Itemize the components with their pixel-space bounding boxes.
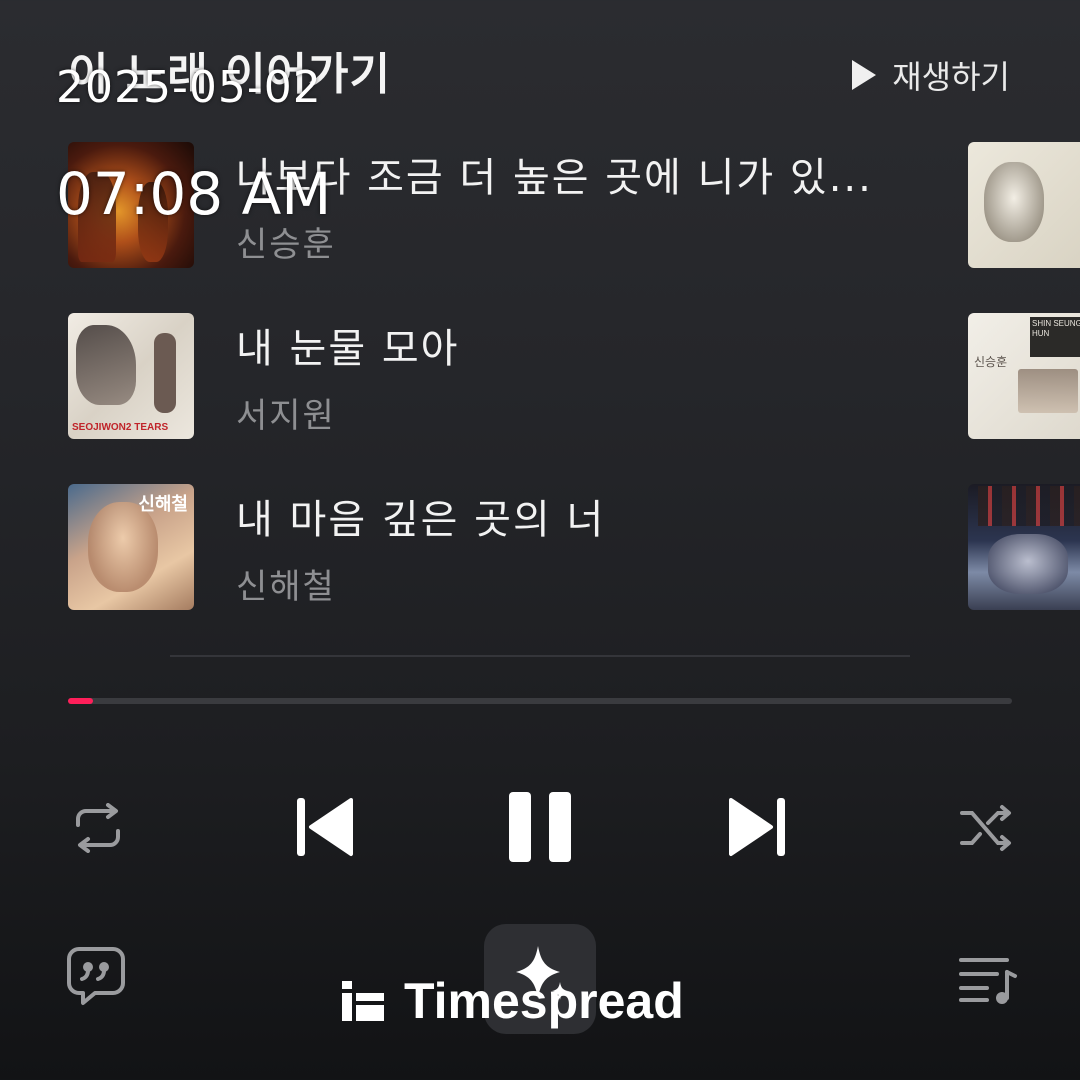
previous-button[interactable] — [290, 794, 356, 860]
play-all-button[interactable]: 재생하기 — [852, 52, 1010, 98]
next-icon — [729, 798, 785, 856]
side-album-cover[interactable] — [968, 142, 1080, 268]
timestamp-time: 07:08 AM — [56, 160, 332, 228]
watermark-text: Timespread — [404, 973, 684, 1029]
lyrics-button[interactable] — [64, 944, 128, 1010]
shuffle-button[interactable] — [956, 798, 1016, 858]
play-icon — [852, 60, 877, 90]
track-title: 내 마음 깊은 곳의 너 — [236, 496, 606, 543]
cover-text: SEOJIWON2 TEARS — [72, 422, 169, 433]
watermark: Timespread — [340, 972, 684, 1030]
shuffle-icon — [960, 805, 1011, 851]
play-all-label: 재생하기 — [892, 58, 1010, 96]
progress-fill — [68, 698, 94, 704]
next-button[interactable] — [726, 794, 792, 860]
cover-text: 신해철 — [138, 494, 188, 515]
playlist-icon — [959, 958, 1017, 1004]
pause-icon — [509, 792, 571, 862]
track-row[interactable]: SEOJIWON2 TEARS 내 눈물 모아 서지원 — [68, 313, 888, 439]
progress-bar[interactable] — [68, 698, 1012, 704]
track-artist: 신승훈 — [236, 224, 336, 265]
playlist-button[interactable] — [956, 952, 1020, 1008]
repeat-button[interactable] — [68, 798, 128, 858]
lyrics-icon — [67, 947, 125, 1005]
track-title: 내 눈물 모아 — [236, 325, 460, 372]
side-album-cover[interactable]: SHIN SEUNG HUN 신승훈 — [968, 313, 1080, 439]
previous-icon — [297, 798, 353, 856]
pause-button[interactable] — [506, 790, 574, 864]
track-artist: 서지원 — [236, 395, 336, 436]
cover-text: SHIN SEUNG HUN — [1030, 317, 1080, 357]
track-row[interactable]: 신해철 내 마음 깊은 곳의 너 신해철 — [68, 484, 888, 610]
side-album-cover[interactable] — [968, 484, 1080, 610]
track-title: 나보다 조금 더 높은 곳에 니가 있... — [236, 154, 873, 201]
list-divider — [170, 655, 910, 657]
timestamp-date: 2025-05-02 — [56, 62, 322, 113]
album-cover: SEOJIWON2 TEARS — [68, 313, 194, 439]
repeat-icon — [76, 803, 120, 853]
album-cover: 신해철 — [68, 484, 194, 610]
cover-subtext: 신승훈 — [974, 355, 1008, 369]
track-artist: 신해철 — [236, 566, 336, 607]
timespread-logo-icon — [342, 981, 384, 1021]
